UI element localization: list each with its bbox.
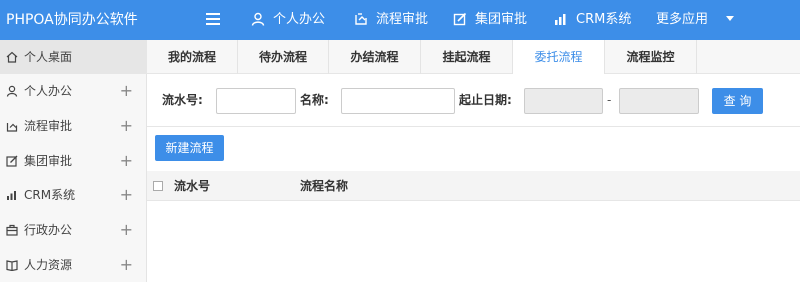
column-header-serial[interactable]: 流水号 <box>174 171 210 201</box>
expand-icon[interactable]: + <box>120 178 133 212</box>
column-header-flow-name[interactable]: 流程名称 <box>300 171 348 201</box>
workflow-icon <box>6 123 18 132</box>
bar-chart-icon <box>7 191 16 200</box>
bar-chart-icon <box>555 14 566 25</box>
nav-personal-office[interactable]: 个人办公 <box>251 0 325 40</box>
sidebar-item-hr[interactable]: 人力资源 + <box>0 248 147 282</box>
book-icon <box>6 260 18 272</box>
sidebar-item-label: 人力资源 <box>24 258 73 272</box>
home-icon <box>6 51 18 63</box>
sidebar-item-crm[interactable]: CRM系统 + <box>0 178 147 212</box>
nav-label: 个人办公 <box>273 12 326 27</box>
tab-delegated-flows[interactable]: 委托流程 <box>513 40 605 75</box>
sidebar-item-personal-desktop[interactable]: 个人桌面 <box>0 40 147 74</box>
sidebar-item-label: 集团审批 <box>24 154 73 168</box>
sidebar-item-group-approval[interactable]: 集团审批 + <box>0 144 147 178</box>
sidebar-item-label: 个人办公 <box>24 84 73 98</box>
serial-number-label: 流水号: <box>162 93 203 107</box>
sidebar-item-personal-office[interactable]: 个人办公 + <box>0 74 147 108</box>
sidebar: 个人桌面 个人办公 + 流程审批 + 集团审批 + CRM系统 + 行政办公 + 人力资源… <box>0 40 147 282</box>
top-navbar: PHPOA协同办公软件 个人办公 流程审批 集团审批 CRM系统 更多应用 <box>0 0 800 40</box>
table-header: 流水号 流程名称 <box>147 171 800 201</box>
sidebar-item-label: 行政办公 <box>24 223 73 237</box>
caret-down-icon[interactable] <box>726 16 734 21</box>
tab-flow-monitor[interactable]: 流程监控 <box>605 40 697 74</box>
date-range-label: 起止日期: <box>459 93 512 107</box>
date-separator: - <box>607 93 612 107</box>
expand-icon[interactable]: + <box>120 213 133 247</box>
user-icon <box>6 85 18 97</box>
search-filter-bar: 流水号: 名称: 起止日期: - 查 询 <box>147 74 800 127</box>
tab-completed-flows[interactable]: 办结流程 <box>329 40 421 74</box>
nav-label: 集团审批 <box>475 12 528 27</box>
sidebar-item-label: 个人桌面 <box>24 50 73 64</box>
query-button[interactable]: 查 询 <box>712 88 763 114</box>
new-flow-button[interactable]: 新建流程 <box>155 135 224 161</box>
tab-pending-flows[interactable]: 待办流程 <box>238 40 329 74</box>
edit-icon <box>453 12 467 26</box>
workflow-icon <box>355 13 367 25</box>
sidebar-item-workflow-approval[interactable]: 流程审批 + <box>0 109 147 143</box>
nav-more-apps[interactable]: 更多应用 <box>656 0 708 40</box>
expand-icon[interactable]: + <box>120 144 133 178</box>
workflow-tabs: 我的流程 待办流程 办结流程 挂起流程 委托流程 流程监控 <box>147 40 800 75</box>
sidebar-item-label: CRM系统 <box>24 188 76 202</box>
user-icon <box>251 12 265 26</box>
nav-label: CRM系统 <box>576 12 632 27</box>
nav-workflow-approval[interactable]: 流程审批 <box>354 0 428 40</box>
nav-label: 流程审批 <box>376 12 429 27</box>
nav-group-approval[interactable]: 集团审批 <box>453 0 527 40</box>
name-input[interactable] <box>341 88 455 114</box>
menu-toggle-icon[interactable] <box>206 13 220 27</box>
select-all-checkbox[interactable] <box>153 181 163 191</box>
brand-title[interactable]: PHPOA协同办公软件 <box>6 0 138 40</box>
expand-icon[interactable]: + <box>120 248 133 282</box>
expand-icon[interactable]: + <box>120 74 133 108</box>
nav-label: 更多应用 <box>656 12 709 27</box>
serial-number-input[interactable] <box>216 88 296 114</box>
sidebar-item-admin-office[interactable]: 行政办公 + <box>0 213 147 247</box>
sidebar-item-label: 流程审批 <box>24 119 73 133</box>
start-date-input[interactable] <box>524 88 603 114</box>
name-label: 名称: <box>300 93 329 107</box>
tab-my-flows[interactable]: 我的流程 <box>147 40 238 74</box>
end-date-input[interactable] <box>619 88 699 114</box>
expand-icon[interactable]: + <box>120 109 133 143</box>
briefcase-icon <box>6 224 18 236</box>
edit-icon <box>6 155 18 167</box>
nav-crm[interactable]: CRM系统 <box>554 0 631 40</box>
tab-suspended-flows[interactable]: 挂起流程 <box>421 40 513 74</box>
